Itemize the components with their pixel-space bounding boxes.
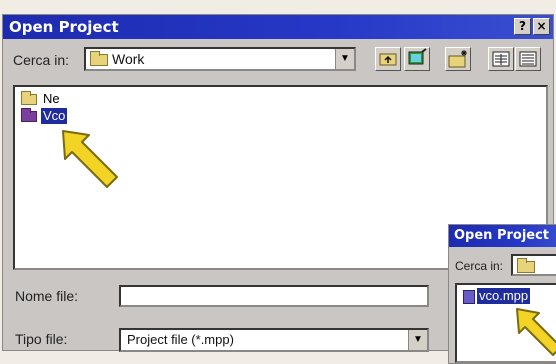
- folder-icon: [21, 108, 37, 122]
- open-project-dialog-2: Open Project Cerca in: vco.mpp: [448, 224, 556, 364]
- new-folder-icon: [448, 50, 467, 68]
- file-name: Ne: [43, 91, 60, 106]
- folder-icon: [517, 258, 535, 273]
- folder-icon: [90, 51, 108, 66]
- help-button[interactable]: ?: [514, 18, 531, 35]
- dialog-title-bar: Open Project: [449, 225, 556, 247]
- look-in-dropdown[interactable]: Work ▼: [84, 47, 356, 71]
- help-icon: ?: [519, 19, 526, 33]
- file-name-input[interactable]: [119, 285, 429, 307]
- close-icon: ×: [536, 19, 547, 33]
- arrow-pointer-icon: [62, 130, 118, 188]
- file-name-label: Nome file:: [15, 288, 79, 304]
- file-type-label: Tipo file:: [15, 331, 68, 347]
- look-in-label: Cerca in:: [13, 52, 70, 68]
- dropdown-arrow-icon[interactable]: ▼: [335, 49, 354, 69]
- dialog-title-bar: Open Project ? ×: [3, 15, 553, 39]
- look-in-dropdown[interactable]: [511, 254, 556, 276]
- desktop-button[interactable]: [404, 47, 430, 71]
- dialog-title: Open Project: [454, 228, 550, 243]
- file-icon: [463, 290, 475, 304]
- details-view-icon: [519, 51, 537, 67]
- file-name: Vco: [41, 108, 68, 124]
- dialog-title: Open Project: [9, 18, 119, 36]
- list-view-button[interactable]: [488, 47, 514, 71]
- file-name: vco.mpp: [477, 288, 531, 304]
- file-list[interactable]: vco.mpp: [455, 283, 556, 363]
- up-one-level-button[interactable]: [375, 47, 401, 71]
- file-type-value: Project file (*.mpp): [127, 332, 234, 347]
- file-type-dropdown[interactable]: Project file (*.mpp) ▼: [119, 328, 429, 352]
- close-button[interactable]: ×: [533, 18, 550, 35]
- look-in-value: Work: [112, 51, 145, 67]
- new-folder-button[interactable]: [445, 47, 471, 71]
- list-view-icon: [492, 51, 510, 67]
- details-view-button[interactable]: [515, 47, 541, 71]
- up-folder-icon: [379, 53, 397, 66]
- folder-icon: [21, 91, 37, 105]
- arrow-pointer-icon: [516, 308, 556, 356]
- desktop-icon: [408, 48, 427, 65]
- look-in-label: Cerca in:: [455, 259, 504, 273]
- dropdown-arrow-icon[interactable]: ▼: [408, 330, 427, 350]
